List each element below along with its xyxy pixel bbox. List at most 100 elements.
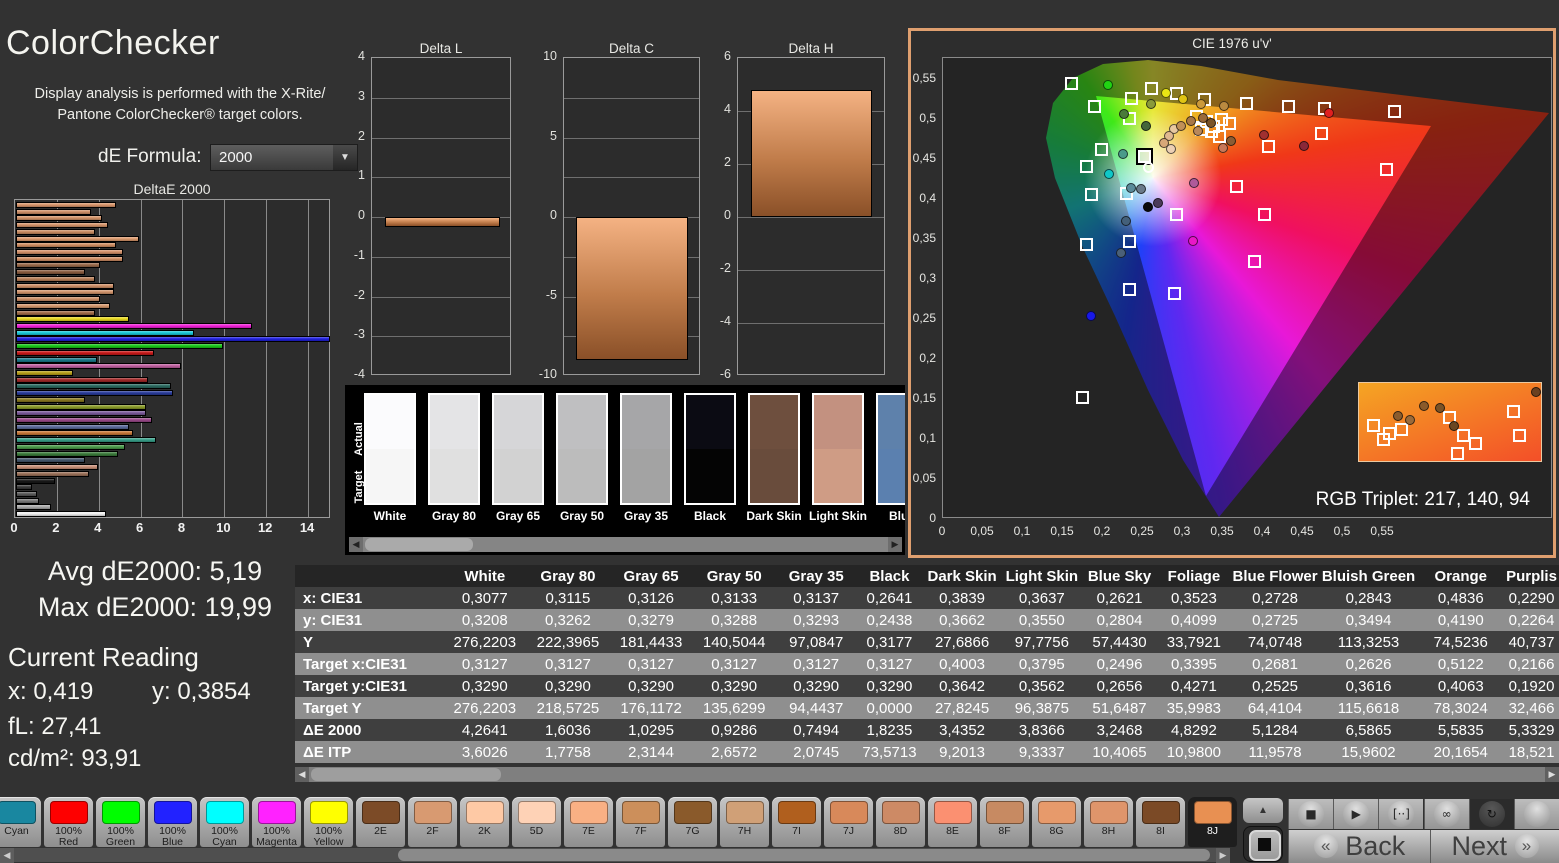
color-swatch bbox=[428, 393, 480, 505]
table-cell: 0,3523 bbox=[1157, 587, 1230, 609]
play-button[interactable]: ▶ bbox=[1333, 799, 1378, 829]
patch-button-8i[interactable]: 8I bbox=[1136, 797, 1185, 847]
y-tick-label: 0,15 bbox=[906, 391, 936, 405]
swatch-scrollbar-thumb[interactable] bbox=[365, 538, 473, 551]
patch-label: 8J bbox=[1188, 826, 1237, 837]
back-button[interactable]: « Back bbox=[1288, 830, 1430, 863]
loop-button[interactable]: ∞ bbox=[1424, 799, 1469, 829]
de-formula-label: dE Formula: bbox=[98, 146, 201, 168]
table-scrollbar[interactable]: ◀ ▶ bbox=[295, 767, 1559, 782]
gridline bbox=[372, 177, 510, 178]
patch-color-swatch bbox=[882, 801, 920, 824]
table-cell: 18,521 bbox=[1504, 741, 1559, 763]
patch-button-cyan[interactable]: Cyan bbox=[0, 797, 41, 847]
next-button[interactable]: Next » bbox=[1430, 830, 1559, 863]
table-cell: 74,5236 bbox=[1418, 631, 1505, 653]
patch-button-7j[interactable]: 7J bbox=[824, 797, 873, 847]
table-cell: 0,4190 bbox=[1418, 609, 1505, 631]
patch-button-8d[interactable]: 8D bbox=[876, 797, 925, 847]
patch-button-8h[interactable]: 8H bbox=[1084, 797, 1133, 847]
deltae-bar bbox=[16, 276, 95, 282]
column-header: White bbox=[443, 565, 526, 587]
patch-button-2k[interactable]: 2K bbox=[460, 797, 509, 847]
current-y: y: 0,3854 bbox=[152, 678, 251, 706]
patch-button-8g[interactable]: 8G bbox=[1032, 797, 1081, 847]
swatch-actual bbox=[686, 395, 734, 449]
column-header: Gray 50 bbox=[693, 565, 776, 587]
target-square-marker bbox=[1123, 283, 1136, 296]
current-x: x: 0,419 bbox=[8, 678, 93, 706]
deltae-chart-title: DeltaE 2000 bbox=[14, 181, 330, 197]
x-tick-label: 6 bbox=[125, 520, 155, 535]
table-cell: 97,0847 bbox=[776, 631, 857, 653]
delta-chart-title: Delta L bbox=[371, 41, 511, 56]
patch-button-2e[interactable]: 2E bbox=[356, 797, 405, 847]
target-square-marker bbox=[1065, 77, 1078, 90]
chevron-down-icon[interactable]: ▼ bbox=[333, 145, 357, 170]
collapse-toolbar-button[interactable]: ▲ bbox=[1243, 798, 1283, 823]
patch-button-100-red[interactable]: 100% Red bbox=[44, 797, 93, 847]
patch-button-8f[interactable]: 8F bbox=[980, 797, 1029, 847]
deltae-bar bbox=[16, 229, 95, 235]
table-cell: 0,1920 bbox=[1504, 675, 1559, 697]
sync-button[interactable]: ↻ bbox=[1469, 799, 1514, 829]
toolbar-scrollbar[interactable]: ◀ ▶ bbox=[0, 848, 1230, 862]
target-square-marker bbox=[1080, 238, 1093, 251]
table-cell: 97,7756 bbox=[1002, 631, 1082, 653]
deltae-bar bbox=[16, 330, 194, 336]
range-button[interactable]: [··] bbox=[1378, 799, 1423, 829]
patch-button-8j[interactable]: 8J bbox=[1188, 797, 1237, 847]
blank-button[interactable] bbox=[1514, 799, 1559, 829]
color-swatch bbox=[620, 393, 672, 505]
scroll-left-icon[interactable]: ◀ bbox=[0, 848, 14, 863]
scroll-right-icon[interactable]: ▶ bbox=[1545, 767, 1559, 782]
measured-dot bbox=[1086, 311, 1096, 321]
swatch-target bbox=[494, 449, 542, 503]
blank-button bbox=[1524, 801, 1550, 827]
patch-button-7i[interactable]: 7I bbox=[772, 797, 821, 847]
deltae-bar bbox=[16, 323, 252, 329]
table-cell: 0,3616 bbox=[1320, 675, 1418, 697]
description-line1: Display analysis is performed with the X… bbox=[35, 86, 326, 102]
patch-button-5d[interactable]: 5D bbox=[512, 797, 561, 847]
swatch-target bbox=[750, 449, 798, 503]
stop-button[interactable]: ■ bbox=[1288, 799, 1333, 829]
patch-color-swatch bbox=[830, 801, 868, 824]
de-formula-dropdown[interactable]: 2000 ▼ bbox=[210, 144, 358, 171]
target-square-marker bbox=[1223, 117, 1236, 130]
scroll-left-icon[interactable]: ◀ bbox=[295, 767, 309, 782]
patch-button-100-blue[interactable]: 100% Blue bbox=[148, 797, 197, 847]
patch-button-2f[interactable]: 2F bbox=[408, 797, 457, 847]
table-cell: 11,9578 bbox=[1231, 741, 1320, 763]
patch-button-100-magenta[interactable]: 100% Magenta bbox=[252, 797, 301, 847]
patch-color-swatch bbox=[466, 801, 504, 824]
patch-button-7e[interactable]: 7E bbox=[564, 797, 613, 847]
scroll-right-icon[interactable]: ▶ bbox=[1216, 848, 1230, 863]
patch-button-8e[interactable]: 8E bbox=[928, 797, 977, 847]
patch-button-100-green[interactable]: 100% Green bbox=[96, 797, 145, 847]
chevron-right-icon: » bbox=[1515, 834, 1539, 858]
table-cell: 0,5122 bbox=[1418, 653, 1505, 675]
patch-label: 8G bbox=[1032, 826, 1081, 837]
deltae-bar bbox=[16, 303, 110, 309]
patch-color-swatch bbox=[570, 801, 608, 824]
patch-button-100-cyan[interactable]: 100% Cyan bbox=[200, 797, 249, 847]
scroll-right-icon[interactable]: ▶ bbox=[888, 537, 902, 552]
patch-button-100-yellow[interactable]: 100% Yellow bbox=[304, 797, 353, 847]
measured-dot bbox=[1259, 130, 1269, 140]
swatch-scrollbar[interactable]: ◀ ▶ bbox=[349, 537, 902, 552]
measured-dot bbox=[1218, 143, 1228, 153]
x-tick-label: 0,15 bbox=[1042, 524, 1082, 538]
patch-button-7f[interactable]: 7F bbox=[616, 797, 665, 847]
table-cell: 0,2626 bbox=[1320, 653, 1418, 675]
target-square-marker bbox=[1123, 235, 1136, 248]
patch-button-7h[interactable]: 7H bbox=[720, 797, 769, 847]
inset-target-square bbox=[1513, 429, 1526, 442]
display-mode-button[interactable] bbox=[1243, 826, 1283, 862]
swatch-actual bbox=[750, 395, 798, 449]
column-header: Bluish Green bbox=[1320, 565, 1418, 587]
patch-button-7g[interactable]: 7G bbox=[668, 797, 717, 847]
scroll-left-icon[interactable]: ◀ bbox=[349, 537, 363, 552]
toolbar-scrollbar-thumb[interactable] bbox=[398, 849, 1210, 861]
table-scrollbar-thumb[interactable] bbox=[311, 768, 501, 781]
